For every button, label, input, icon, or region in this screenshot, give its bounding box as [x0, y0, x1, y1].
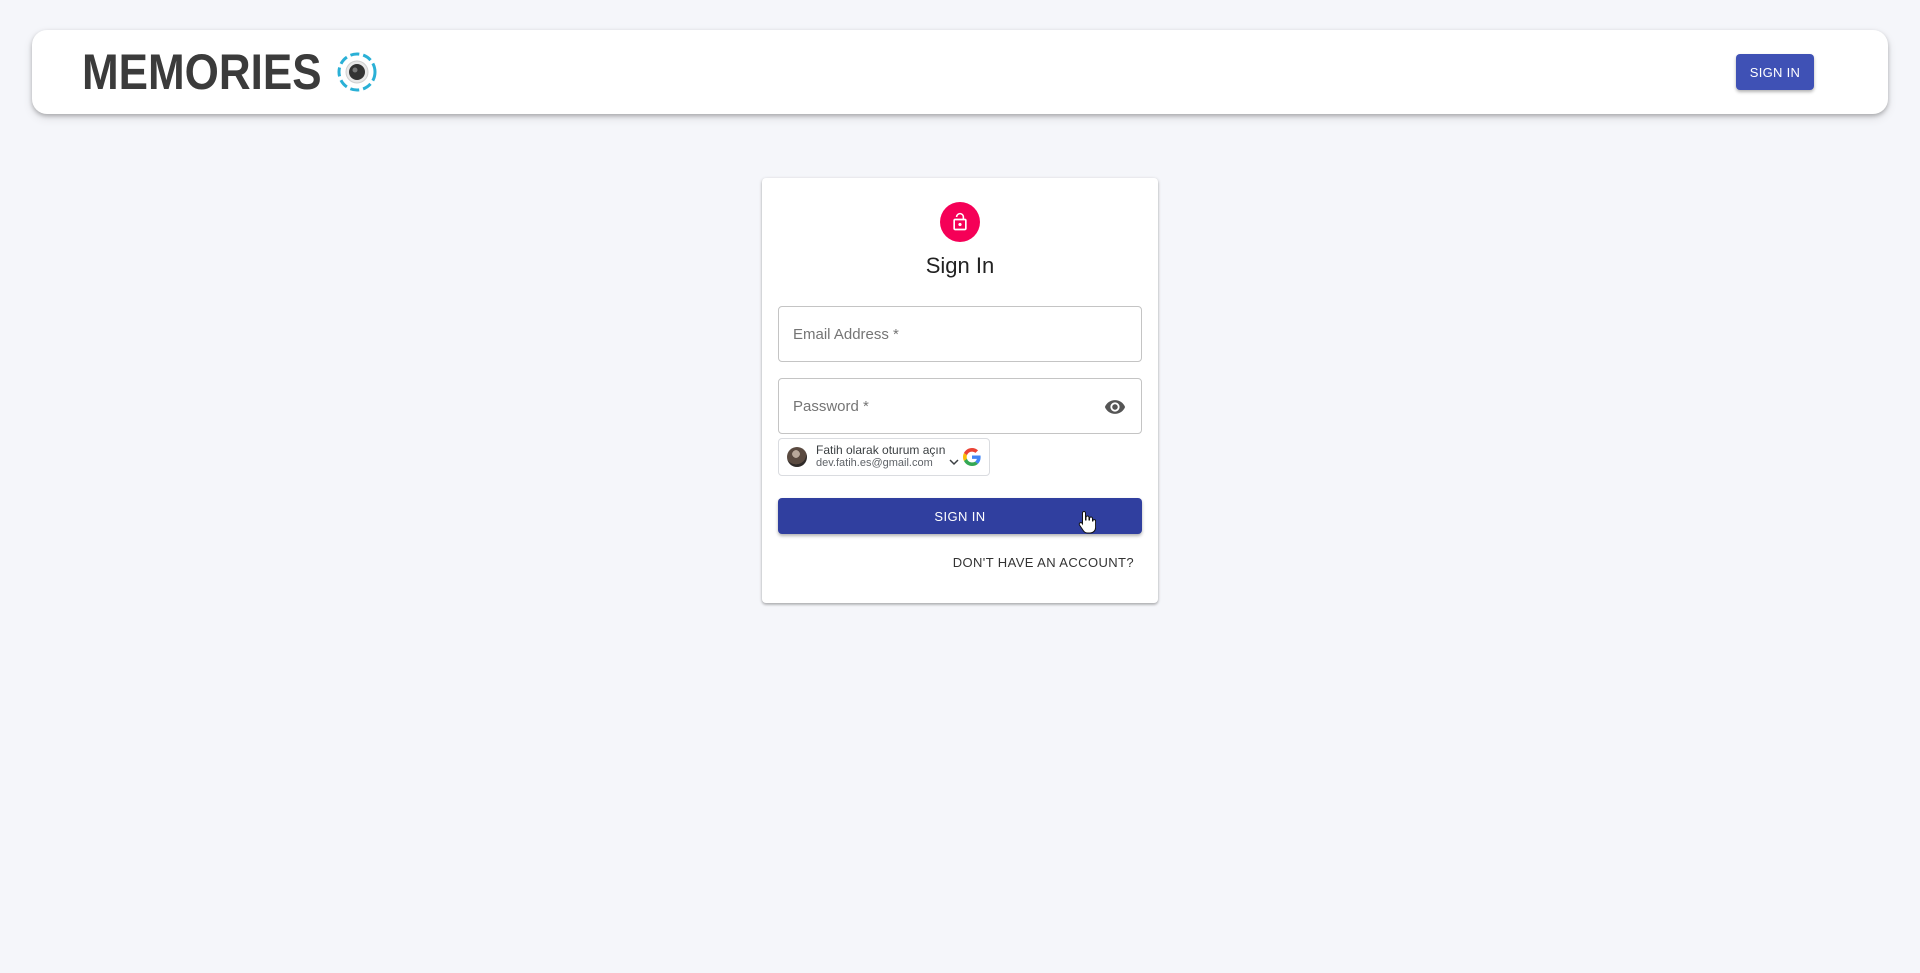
chevron-down-icon — [949, 459, 959, 466]
app-bar: MEMORIES SIGN IN — [32, 30, 1888, 114]
show-password-button[interactable] — [1103, 395, 1127, 419]
brand[interactable]: MEMORIES — [82, 44, 378, 100]
email-field — [778, 306, 1142, 362]
google-sign-in-button[interactable]: Fatih olarak oturum açın dev.fatih.es@gm… — [778, 438, 990, 476]
google-account-email: dev.fatih.es@gmail.com — [816, 457, 933, 469]
camera-lens-icon — [337, 52, 377, 92]
password-input[interactable] — [779, 379, 1141, 433]
lock-icon — [953, 212, 967, 231]
header-sign-in-button[interactable]: SIGN IN — [1736, 54, 1814, 90]
lock-avatar — [940, 202, 980, 242]
email-input[interactable] — [779, 307, 1141, 361]
sign-in-submit-button[interactable]: SIGN IN — [778, 498, 1142, 534]
password-field — [778, 378, 1142, 434]
brand-title: MEMORIES — [82, 44, 322, 100]
google-account-text: Fatih olarak oturum açın dev.fatih.es@gm… — [816, 444, 945, 470]
eye-icon — [1104, 400, 1126, 414]
switch-to-sign-up-button[interactable]: DON'T HAVE AN ACCOUNT? — [945, 546, 1142, 578]
google-icon — [963, 448, 981, 466]
google-account-avatar — [787, 447, 807, 467]
google-account-name: Fatih olarak oturum açın — [816, 443, 946, 457]
sign-in-card: Sign In Fatih olarak oturum açın dev.fat… — [762, 178, 1158, 603]
page-title: Sign In — [925, 253, 995, 278]
